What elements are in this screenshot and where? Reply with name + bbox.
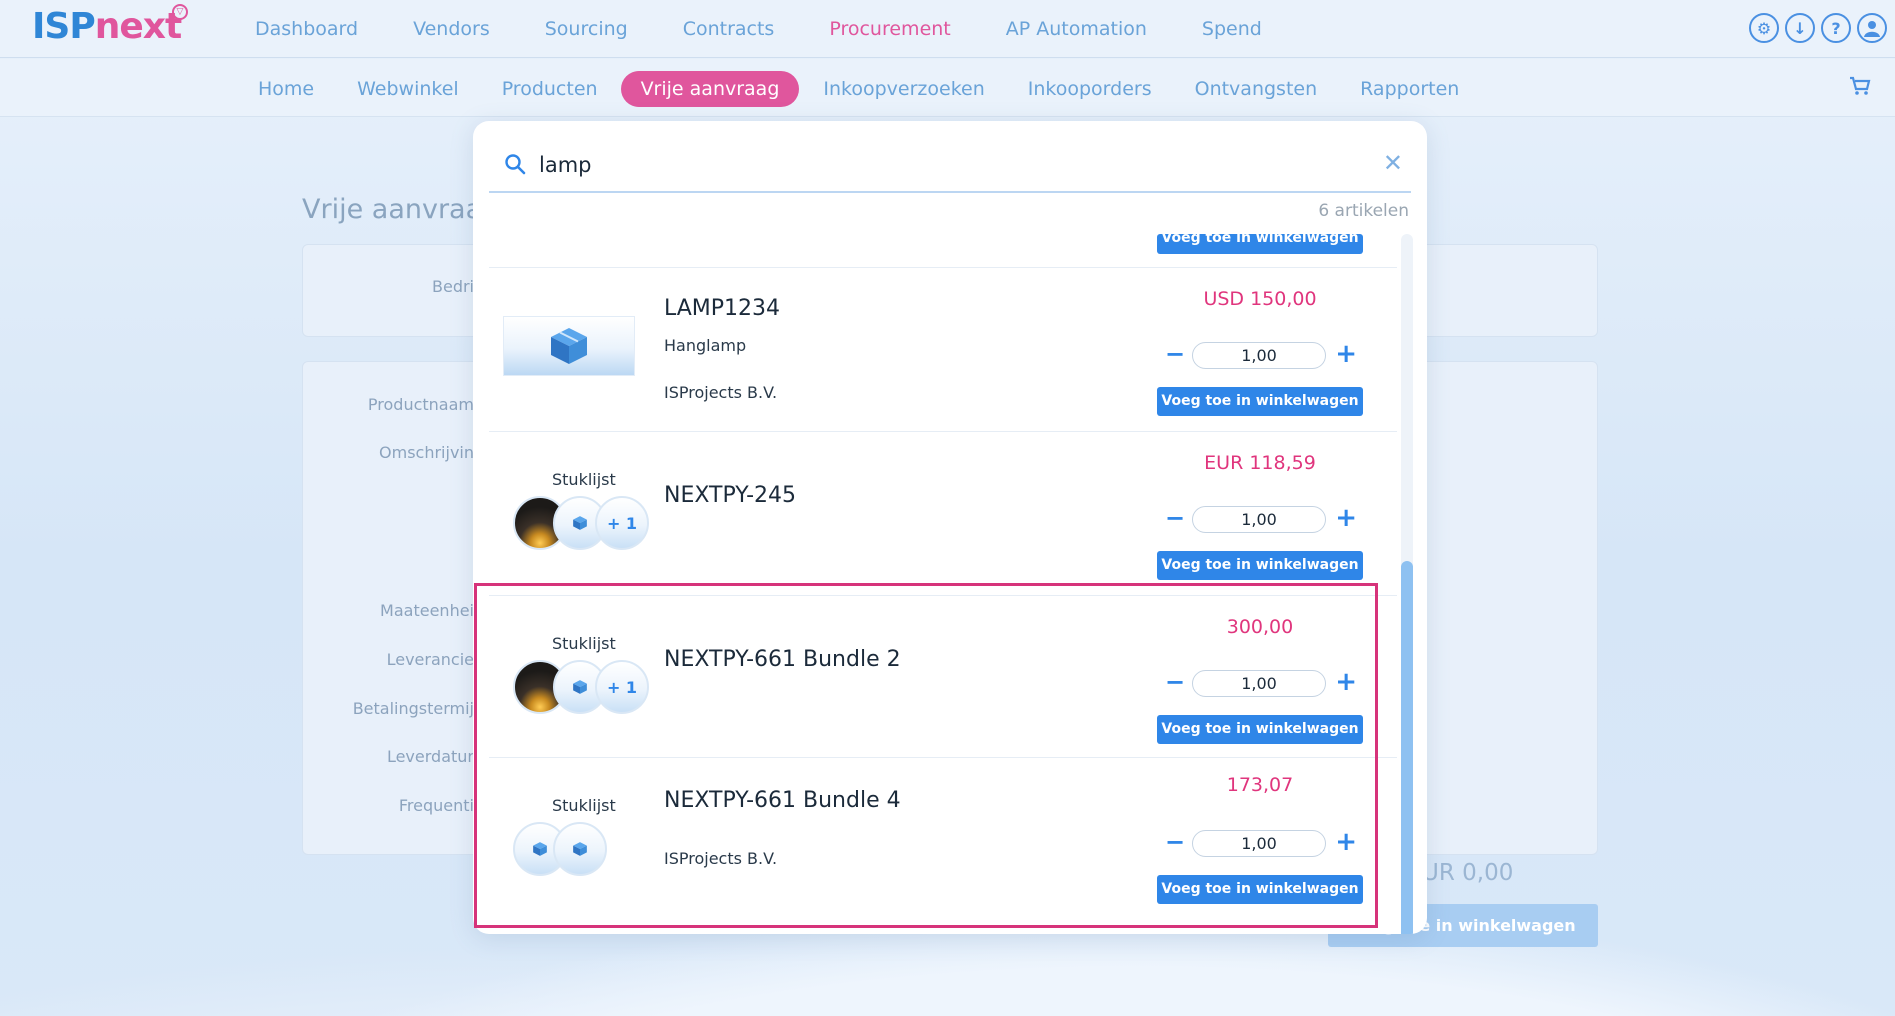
nav-sourcing[interactable]: Sourcing [545, 18, 628, 40]
download-icon[interactable]: ↓ [1785, 13, 1815, 43]
bom-label: Stuklijst [552, 634, 616, 653]
product-name[interactable]: NEXTPY-661 Bundle 2 [664, 647, 901, 672]
product-vendor: ISProjects B.V. [664, 383, 778, 402]
product-price: 173,07 [1226, 774, 1294, 796]
search-bar: ✕ [489, 139, 1411, 193]
bom-label: Stuklijst [552, 470, 616, 489]
subnav-inkooporders[interactable]: Inkooporders [1028, 71, 1152, 107]
label-maateenheid: Maateenhei [380, 601, 474, 620]
nav-vendors[interactable]: Vendors [413, 18, 490, 40]
increase-quantity-button[interactable]: + [1335, 503, 1357, 533]
label-leverancier: Leverancie [386, 650, 474, 669]
subnav-rapporten[interactable]: Rapporten [1360, 71, 1459, 107]
top-navbar: ISP next ▽ Dashboard Vendors Sourcing Con… [0, 0, 1895, 58]
quantity-stepper: − + [1157, 339, 1363, 370]
add-to-cart-button[interactable]: Voeg toe in winkelwagen [1157, 234, 1363, 254]
logo-next: next [94, 6, 182, 47]
decrease-quantity-button[interactable]: − [1165, 504, 1185, 532]
product-name[interactable]: NEXTPY-245 [664, 483, 796, 508]
results-count: 6 artikelen [1318, 201, 1409, 221]
nav-contracts[interactable]: Contracts [683, 18, 775, 40]
list-item: Stuklijst + 1 NEXTPY-245 EUR 118,59 − + … [489, 432, 1397, 596]
product-vendor: ISProjects B.V. [664, 849, 778, 868]
top-icons: ⚙ ↓ ? [1749, 13, 1887, 43]
label-omschrijving: Omschrijvin [379, 443, 474, 462]
decrease-quantity-button[interactable]: − [1165, 340, 1185, 368]
label-leverdatum: Leverdatur [386, 747, 474, 766]
page-title: Vrije aanvraag [302, 194, 500, 225]
help-icon[interactable]: ? [1821, 13, 1851, 43]
nav-spend[interactable]: Spend [1202, 18, 1262, 40]
quantity-stepper: − + [1157, 827, 1363, 858]
nav-dashboard[interactable]: Dashboard [255, 18, 358, 40]
shopping-cart-icon[interactable] [1849, 76, 1871, 101]
quantity-input[interactable] [1192, 670, 1326, 697]
list-item: Stuklijst + 1 NEXTPY-661 Bundle 2 300,00… [489, 596, 1397, 758]
logo-isp: ISP [32, 6, 96, 47]
box-icon [553, 822, 607, 876]
label-frequentie: Frequenti [398, 796, 474, 815]
nav-procurement[interactable]: Procurement [829, 18, 950, 40]
add-to-cart-button[interactable]: Voeg toe in winkelwagen [1157, 551, 1363, 580]
increase-quantity-button[interactable]: + [1335, 339, 1357, 369]
quantity-stepper: − + [1157, 667, 1363, 698]
list-item: LAMP1234 Hanglamp ISProjects B.V. USD 15… [489, 268, 1397, 432]
nav-ap-automation[interactable]: AP Automation [1006, 18, 1147, 40]
label-productnaam: Productnaam [367, 395, 474, 414]
sub-navbar: Home Webwinkel Producten Vrije aanvraag … [0, 59, 1895, 117]
quantity-stepper: − + [1157, 503, 1363, 534]
product-description: Hanglamp [664, 336, 747, 355]
close-icon[interactable]: ✕ [1383, 149, 1403, 177]
quantity-input[interactable] [1192, 342, 1326, 369]
search-icon [505, 154, 526, 175]
add-to-cart-button[interactable]: Voeg toe in winkelwagen [1157, 715, 1363, 744]
quantity-input[interactable] [1192, 830, 1326, 857]
product-price: EUR 118,59 [1204, 452, 1316, 474]
scrollbar-thumb[interactable] [1401, 561, 1413, 934]
search-input[interactable] [539, 147, 1339, 183]
subnav-ontvangsten[interactable]: Ontvangsten [1195, 71, 1318, 107]
bom-label: Stuklijst [552, 796, 616, 815]
subnav-vrije-aanvraag[interactable]: Vrije aanvraag [620, 71, 800, 107]
main-nav: Dashboard Vendors Sourcing Contracts Pro… [255, 0, 1317, 58]
subnav-webwinkel[interactable]: Webwinkel [357, 71, 459, 107]
add-to-cart-button[interactable]: Voeg toe in winkelwagen [1157, 875, 1363, 904]
product-name[interactable]: NEXTPY-661 Bundle 4 [664, 788, 901, 813]
label-bedrijf: Bedri [432, 277, 474, 296]
product-price: USD 150,00 [1203, 288, 1317, 310]
decrease-quantity-button[interactable]: − [1165, 668, 1185, 696]
list-item: Stuklijst NEXTPY-661 Bundle 4 ISProjects… [489, 758, 1397, 922]
increase-quantity-button[interactable]: + [1335, 667, 1357, 697]
more-components-badge[interactable]: + 1 [595, 660, 649, 714]
list-item: Voeg toe in winkelwagen [489, 234, 1397, 268]
label-betalingstermijn: Betalingstermij [352, 699, 474, 718]
product-image [503, 316, 635, 376]
subnav-producten[interactable]: Producten [502, 71, 598, 107]
subnav-home[interactable]: Home [258, 71, 314, 107]
search-modal: ✕ 6 artikelen Voeg toe in winkelwagen LA… [473, 121, 1427, 934]
results-list: Voeg toe in winkelwagen LAMP1234 Hanglam… [489, 234, 1397, 929]
ispnext-logo[interactable]: ISP next [32, 6, 182, 50]
logo-badge-icon: ▽ [172, 4, 188, 20]
quantity-input[interactable] [1192, 506, 1326, 533]
bg-total: UR 0,00 [1422, 860, 1514, 886]
user-avatar-icon[interactable] [1857, 13, 1887, 43]
settings-gear-icon[interactable]: ⚙ [1749, 13, 1779, 43]
decrease-quantity-button[interactable]: − [1165, 828, 1185, 856]
product-name[interactable]: LAMP1234 [664, 296, 780, 321]
add-to-cart-button[interactable]: Voeg toe in winkelwagen [1157, 387, 1363, 416]
subnav-inkoopverzoeken[interactable]: Inkoopverzoeken [823, 71, 984, 107]
box-icon [551, 328, 587, 364]
increase-quantity-button[interactable]: + [1335, 827, 1357, 857]
product-price: 300,00 [1226, 616, 1294, 638]
more-components-badge[interactable]: + 1 [595, 496, 649, 550]
